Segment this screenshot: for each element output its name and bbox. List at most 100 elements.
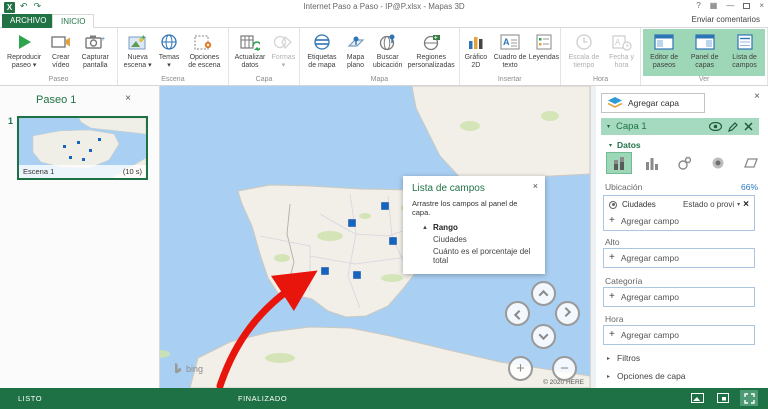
group-label-hora: Hora [592,76,609,83]
field-item-porcentaje[interactable]: Cuánto es el porcentaje del total [433,247,536,265]
scene-thumbnail[interactable]: Escena 1 (10 s) [17,116,148,180]
add-height-field[interactable]: + Agregar campo [604,249,754,267]
date-time-icon: A [611,32,632,52]
timeline-button: Escala de tiempo [563,29,605,76]
titlebar: X ↶↷ Internet Paso a Paso - IP@P.xlsx - … [0,0,768,14]
close-icon[interactable]: × [759,1,764,10]
add-time-field[interactable]: + Agregar campo [604,326,754,344]
new-scene-button[interactable]: + Nueva escena ▾ [120,29,155,76]
themes-button[interactable]: Temas ▾ [155,29,183,76]
viz-bubble[interactable] [673,153,697,173]
window-title: Internet Paso a Paso - IP@P.xlsx - Mapas… [303,2,465,11]
layer-panel: Agregar capa × ▾ Capa 1 ▾ Datos Ubicació… [590,86,768,388]
custom-regions-icon: + [421,32,441,52]
rename-pencil-icon[interactable] [728,121,738,132]
fields-list-close-icon[interactable]: × [533,181,538,191]
legends-button[interactable]: Leyendas [529,29,559,76]
tour-editor-toggle-button[interactable]: Editor de paseos [643,29,686,76]
layer-options-toggle[interactable]: ▸ Opciones de capa [607,371,686,381]
scene-options-button[interactable]: Opciones de escena [183,29,226,76]
add-layer-button[interactable]: Agregar capa [601,93,705,113]
tab-archivo[interactable]: ARCHIVO [2,14,55,28]
fields-list-hint: Arrastre los campos al panel de capa. [412,199,518,217]
filters-caret-icon: ▸ [607,355,611,362]
pan-down-button[interactable] [531,324,556,349]
flat-map-button[interactable]: Mapa plano [342,29,370,76]
bing-logo: bing [174,363,203,374]
tour-editor-panel: Paseo 1 × 1 Escena 1 (10 s) [0,86,160,388]
scene-number: 1 [8,116,14,126]
zoom-in-button[interactable]: + [508,356,533,381]
flat-view-button[interactable] [688,390,706,406]
fields-list-title: Lista de campos [412,183,485,194]
pan-left-button[interactable] [505,301,530,326]
gear-icon [194,32,214,52]
tour-title: Paseo 1 [36,94,77,106]
svg-text:+: + [101,36,105,43]
fullscreen-button[interactable] [740,390,758,406]
layer-options-caret-icon: ▸ [607,373,611,380]
capture-screen-button[interactable]: + Capturar pantalla [75,29,115,76]
chart-2d-button[interactable]: Gráfico 2D [462,29,491,76]
viz-region[interactable] [739,153,763,173]
pan-up-button[interactable] [531,281,556,306]
visibility-eye-icon[interactable] [709,122,722,131]
find-location-button[interactable]: Buscar ubicación [370,29,406,76]
fields-group-rango[interactable]: ▲ Rango [422,223,536,232]
pan-right-button[interactable] [555,301,580,326]
minimize-icon[interactable]: — [726,1,734,10]
height-field-box: + Agregar campo [603,248,755,268]
custom-regions-button[interactable]: + Regiones personalizadas [406,29,457,76]
help-icon[interactable]: ? [696,1,700,10]
group-label-escena: Escena [161,76,185,83]
remove-location-field-icon[interactable]: × [743,199,749,210]
location-percent[interactable]: 66% [741,182,758,192]
add-location-field[interactable]: + Agregar campo [604,212,754,230]
globe-icon [160,32,178,52]
map-labels-button[interactable]: Etiquetas de mapa [302,29,341,76]
add-category-field[interactable]: + Agregar campo [604,288,754,306]
viz-clustered-column[interactable] [640,153,664,173]
filters-section-toggle[interactable]: ▸ Filtros [607,353,640,363]
tab-inicio[interactable]: INICIO [52,14,95,28]
refresh-data-button[interactable]: Actualizar datos [231,29,270,76]
field-item-ciudades[interactable]: Ciudades [433,235,536,244]
zoom-out-button[interactable]: − [552,356,577,381]
send-feedback-link[interactable]: Enviar comentarios [692,15,760,24]
layer-panel-scrollbar[interactable] [591,86,596,388]
plus-icon: + [609,252,615,263]
flat-map-icon [346,32,366,52]
layer-header[interactable]: ▾ Capa 1 [601,118,759,135]
datos-section-toggle[interactable]: ▾ Datos [609,140,641,150]
ribbon-options-icon[interactable]: ▦ [710,1,718,10]
group-label-mapa: Mapa [370,76,389,83]
fields-list-toggle-button[interactable]: Lista de campos [724,29,765,76]
scene-label: Escena 1 [23,167,55,176]
ribbon-group-hora: Escala de tiempo A Fecha y hora Hora [561,28,642,85]
ribbon-group-capa: Actualizar datos Formas ▾ Capa [229,28,301,85]
chevron-left-icon [513,309,524,320]
create-video-button[interactable]: Crear vídeo [46,29,75,76]
datos-caret-icon: ▾ [609,142,613,149]
play-tour-button[interactable]: Reproducir paseo ▾ [2,29,46,76]
plus-icon: + [609,215,615,226]
viz-stacked-column[interactable] [606,152,632,174]
hora-label: Hora [605,314,624,324]
location-type-caret-icon[interactable]: ▾ [737,201,740,208]
capture-view-button[interactable] [714,390,732,406]
layers-pane-toggle-button[interactable]: Panel de capas [685,29,725,76]
geocode-icon [609,200,617,209]
layer-collapse-icon[interactable]: ▾ [607,123,610,130]
delete-layer-icon[interactable] [744,122,753,131]
restore-icon[interactable] [743,2,751,9]
refresh-table-icon [240,32,260,52]
chevron-right-icon [561,307,572,318]
layer-panel-close-icon[interactable]: × [754,91,760,102]
viz-heatmap[interactable] [706,153,730,173]
text-box-button[interactable]: A Cuadro de texto [490,29,530,76]
ribbon-group-mapa: Etiquetas de mapa Mapa plano Buscar ubic… [300,28,460,85]
location-type-value[interactable]: Estado o provi [683,200,734,209]
tour-close-icon[interactable]: × [125,93,131,104]
location-field-row[interactable]: Ciudades Estado o provi ▾ × [604,196,754,212]
layers-icon [608,97,622,108]
